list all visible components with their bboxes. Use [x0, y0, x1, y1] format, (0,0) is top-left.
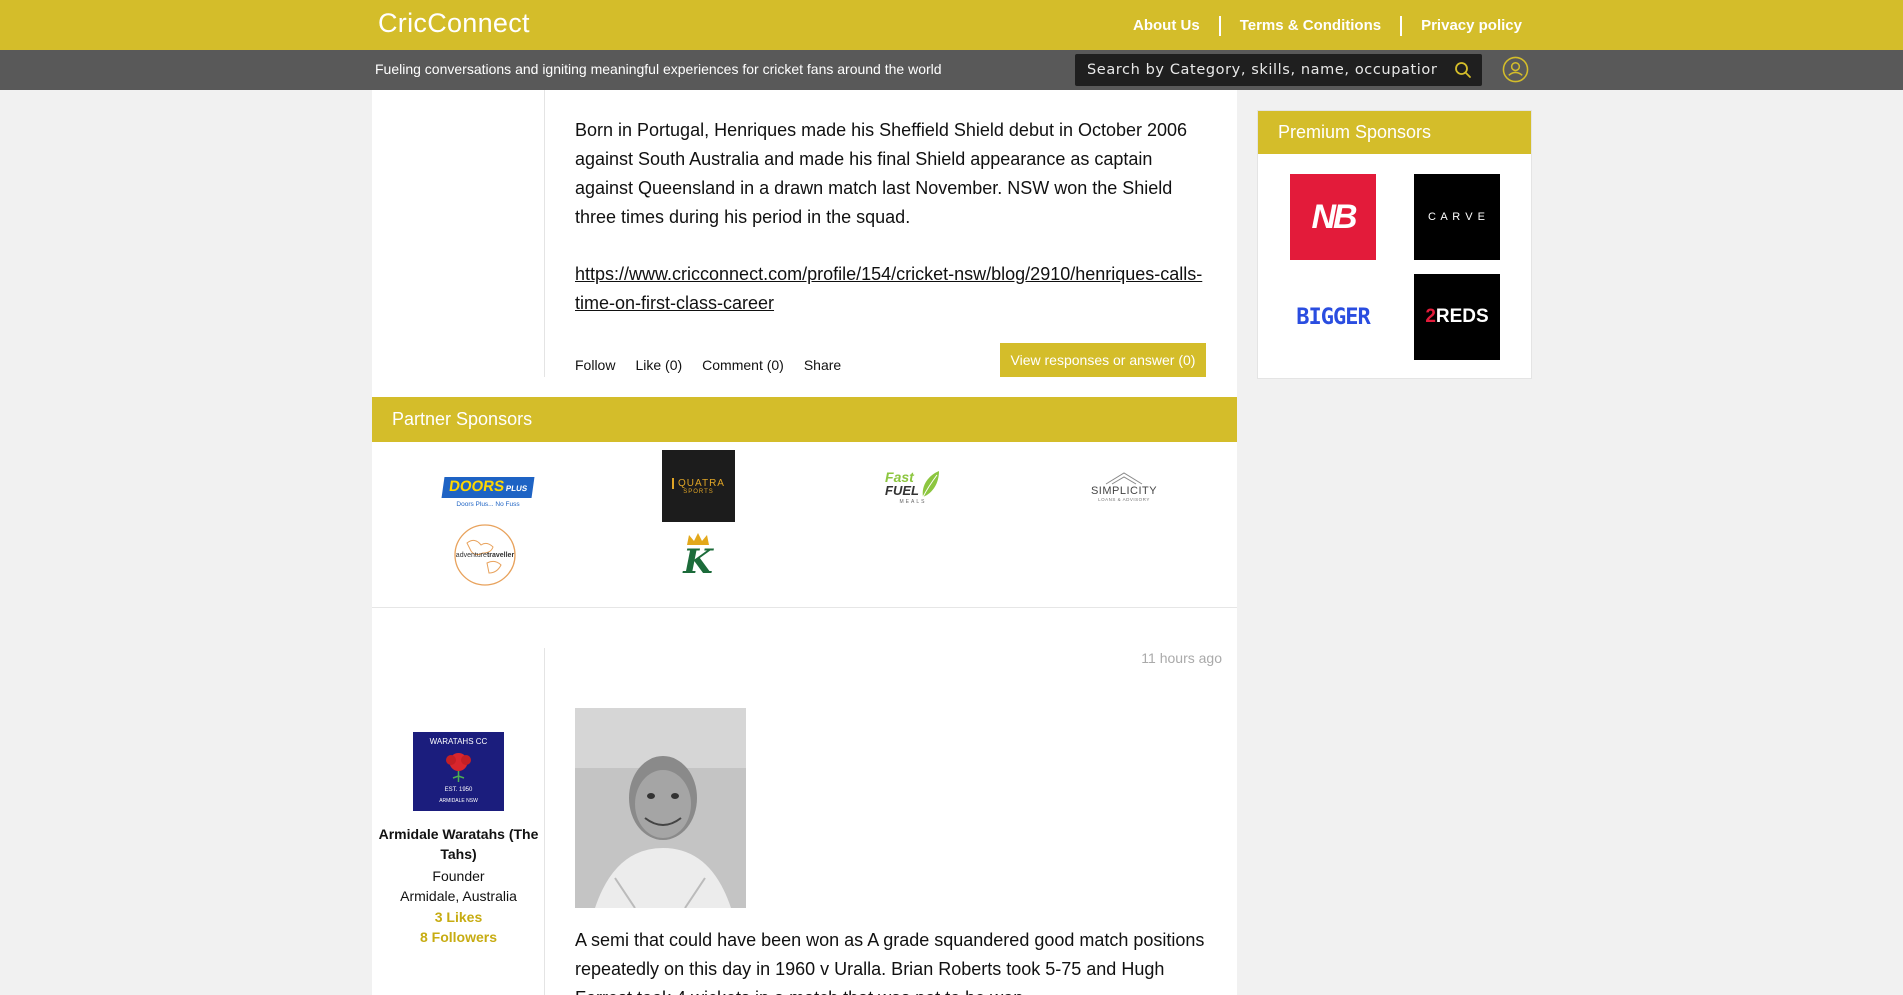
nav-about-us[interactable]: About Us: [1114, 17, 1219, 35]
roof-icon: [1105, 471, 1143, 484]
sponsor-text: C A R V E: [1428, 211, 1486, 223]
like-button[interactable]: Like (0): [635, 357, 682, 373]
post-photo[interactable]: [575, 708, 746, 908]
sponsor-text: adventure: [455, 551, 487, 559]
post-author-column: WARATAHS CC EST. 1950 ARMIDALE NSW Armid…: [372, 648, 545, 995]
view-responses-button[interactable]: View responses or answer (0): [1000, 343, 1206, 377]
share-button[interactable]: Share: [804, 357, 841, 373]
author-role: Founder: [432, 868, 485, 884]
sponsor-carve[interactable]: C A R V E: [1414, 174, 1500, 260]
search-icon[interactable]: [1454, 61, 1472, 79]
post-actions: Follow Like (0) Comment (0) Share: [575, 357, 841, 373]
logo[interactable]: CricConnect: [378, 8, 530, 39]
post-author-column: [372, 90, 545, 377]
sponsor-subtext: SPORTS: [683, 488, 714, 495]
leaf-icon: [922, 471, 939, 498]
sponsor-text: DOORS: [447, 477, 506, 495]
sponsor-2reds[interactable]: 2 REDS: [1414, 274, 1500, 360]
avatar-text: WARATAHS CC: [429, 737, 488, 746]
user-profile-icon[interactable]: [1502, 56, 1529, 83]
sponsor-subtext: LOANS & ADVISORY: [1098, 496, 1150, 502]
partner-sponsors-title: Partner Sponsors: [372, 397, 1237, 442]
sponsor-tagline: Doors Plus... No Fuss: [456, 500, 520, 508]
sponsor-text: SIMPLICITY: [1090, 484, 1158, 497]
sponsor-text: REDS: [1435, 306, 1489, 327]
post-link[interactable]: https://www.cricconnect.com/profile/154/…: [575, 260, 1215, 318]
sub-bar: Fueling conversations and igniting meani…: [0, 50, 1903, 90]
follow-button[interactable]: Follow: [575, 357, 615, 373]
sponsor-fast-fuel[interactable]: Fast FUEL MEALS: [877, 462, 949, 512]
nav-privacy[interactable]: Privacy policy: [1402, 17, 1522, 35]
sponsor-prefix: 2: [1425, 306, 1436, 327]
post-timestamp: 11 hours ago: [1141, 650, 1222, 666]
sponsor-adventure-traveller[interactable]: adventuretraveller: [452, 522, 518, 588]
search-box: [1075, 54, 1482, 86]
avatar-place: ARMIDALE NSW: [439, 798, 478, 804]
author-name[interactable]: Armidale Waratahs (The Tahs): [372, 824, 545, 864]
tagline: Fueling conversations and igniting meani…: [375, 61, 942, 77]
author-location: Armidale, Australia: [400, 888, 517, 904]
partner-sponsors-grid: DOORSPLUS Doors Plus... No Fuss QUATRA S…: [372, 442, 1237, 608]
avatar-est: EST. 1950: [444, 787, 473, 793]
sponsor-text: QUATRA: [672, 477, 725, 489]
sponsor-text: K: [683, 541, 713, 582]
sponsor-subtext: FUEL: [885, 483, 919, 498]
avatar[interactable]: WARATAHS CC EST. 1950 ARMIDALE NSW: [413, 732, 504, 811]
sponsor-simplicity[interactable]: SIMPLICITY LOANS & ADVISORY: [1084, 464, 1164, 508]
premium-sponsors-title: Premium Sponsors: [1258, 111, 1531, 154]
sponsor-k-logo[interactable]: K: [665, 527, 731, 582]
sponsor-text: NB: [1311, 197, 1357, 236]
post-body: A semi that could have been won as A gra…: [575, 930, 1205, 995]
search-input[interactable]: [1087, 60, 1437, 80]
portrait-photo: [575, 708, 746, 908]
sponsor-quatra-sports[interactable]: QUATRA SPORTS: [662, 450, 735, 522]
top-nav: About Us Terms & Conditions Privacy poli…: [1114, 16, 1522, 36]
sponsor-subtext: traveller: [486, 551, 515, 559]
sponsor-tagline: MEALS: [899, 499, 927, 505]
premium-sponsors-panel: Premium Sponsors NB C A R V E BIGGER 2 RE…: [1257, 110, 1532, 379]
sponsor-new-balance[interactable]: NB: [1290, 174, 1376, 260]
sponsor-bigger[interactable]: BIGGER: [1290, 274, 1376, 360]
sponsor-subtext: PLUS: [505, 483, 528, 493]
nav-terms[interactable]: Terms & Conditions: [1221, 17, 1400, 35]
post-body: Born in Portugal, Henriques made his She…: [575, 120, 1188, 227]
sponsor-text: BIGGER: [1296, 304, 1370, 330]
comment-button[interactable]: Comment (0): [702, 357, 784, 373]
author-likes[interactable]: 3 Likes: [372, 907, 545, 927]
sponsor-doors-plus[interactable]: DOORSPLUS Doors Plus... No Fuss: [441, 470, 535, 514]
author-followers[interactable]: 8 Followers: [372, 927, 545, 947]
feed-column: Born in Portugal, Henriques made his She…: [372, 90, 1237, 995]
top-bar: CricConnect About Us Terms & Conditions …: [0, 0, 1903, 50]
